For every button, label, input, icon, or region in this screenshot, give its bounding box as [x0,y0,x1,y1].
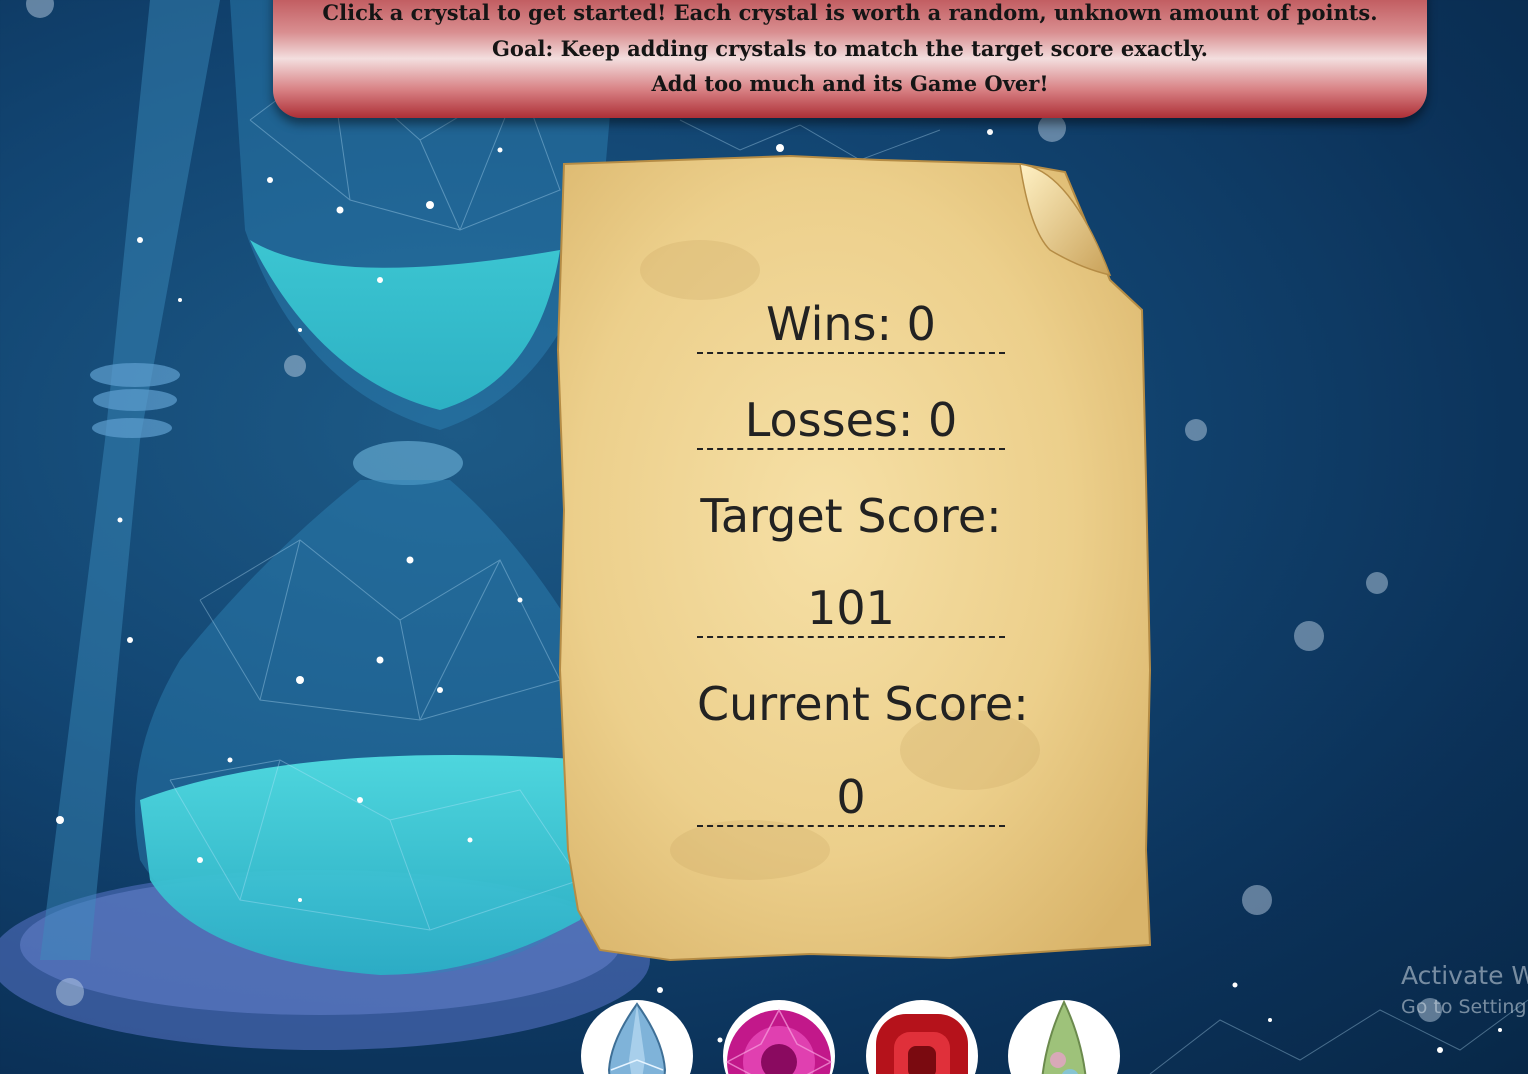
target-score-label: Target Score: [700,489,1002,543]
instructions-line-3: Add too much and its Game Over! [651,71,1049,96]
parchment-scoreboard [550,150,1155,965]
red-crystal-button[interactable] [866,1000,978,1074]
opal-crystal-button[interactable] [1008,1000,1120,1074]
activate-windows-watermark: Activate W Go to Setting [1401,958,1528,1020]
wins-counter: Wins: 0 [697,296,1005,354]
pink-crystal-icon [725,1008,833,1074]
opal-crystal-icon [1041,1000,1087,1074]
watermark-line-1: Activate W [1401,961,1528,990]
watermark-line-2: Go to Setting [1401,996,1527,1018]
current-score-value: 0 [697,769,1005,827]
instructions-line-2: Goal: Keep adding crystals to match the … [492,35,1208,61]
instructions-banner: Click a crystal to get started! Each cry… [273,0,1427,118]
target-score-value: 101 [697,580,1005,638]
blue-crystal-button[interactable] [581,1000,693,1074]
instructions-line-1: Click a crystal to get started! Each cry… [322,0,1378,25]
blue-crystal-icon [607,1002,667,1074]
current-score-label: Current Score: [697,677,1029,731]
losses-counter: Losses: 0 [697,392,1005,450]
red-crystal-icon [876,1014,968,1074]
parchment-background [556,154,1152,962]
pink-crystal-button[interactable] [723,1000,835,1074]
